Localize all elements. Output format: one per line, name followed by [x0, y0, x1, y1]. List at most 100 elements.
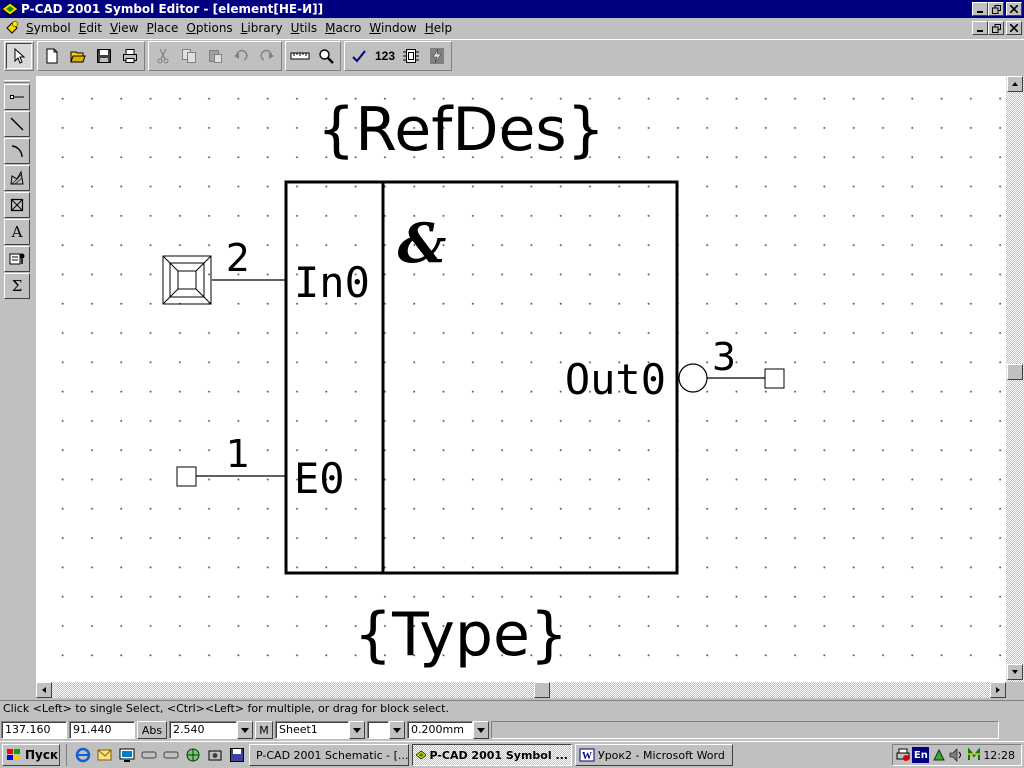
save-disk-quick-icon[interactable]: [227, 746, 246, 764]
grid-select[interactable]: 2.540: [169, 721, 253, 739]
outlook-express-icon[interactable]: [95, 746, 114, 764]
horizontal-scrollbar[interactable]: [36, 682, 1006, 698]
menu-help[interactable]: Help: [421, 21, 456, 35]
design-canvas[interactable]: {RefDes} & 2 In0 1 E0 3 Out0 {Type}: [36, 76, 1006, 682]
task-word-document[interactable]: W Урок2 - Microsoft Word: [575, 744, 733, 766]
print-icon: [123, 49, 137, 63]
validate-button[interactable]: [346, 43, 372, 69]
scroll-right-button[interactable]: [990, 682, 1006, 698]
menu-place[interactable]: Place: [142, 21, 182, 35]
tray-volume-icon[interactable]: [949, 747, 964, 763]
scroll-up-button[interactable]: [1007, 76, 1023, 92]
title-bar: P-CAD 2001 Symbol Editor - [element[НЕ-И…: [0, 0, 1024, 18]
layer-dropdown-button[interactable]: [389, 721, 405, 739]
arrow-right-icon: [996, 687, 1000, 693]
menu-symbol[interactable]: Symbol: [22, 21, 75, 35]
sheet-dropdown-button[interactable]: [349, 721, 365, 739]
symbol-wizard-button[interactable]: [398, 43, 424, 69]
pin-e0[interactable]: 1 E0: [176, 432, 345, 503]
place-pin-button[interactable]: [4, 84, 30, 110]
new-file-button[interactable]: [39, 43, 65, 69]
x-coordinate-field[interactable]: 137.160: [1, 721, 67, 739]
drive-icon[interactable]: [139, 746, 158, 764]
menu-macro[interactable]: Macro: [321, 21, 365, 35]
layer-select[interactable]: [367, 721, 405, 739]
vertical-scrollbar[interactable]: [1006, 76, 1024, 682]
menu-utils[interactable]: Utils: [287, 21, 321, 35]
restore-button[interactable]: [988, 2, 1004, 16]
place-arc-button[interactable]: [4, 138, 30, 164]
tray-network-icon[interactable]: [931, 747, 946, 763]
document-icon[interactable]: [4, 20, 20, 36]
menu-edit[interactable]: Edit: [75, 21, 106, 35]
select-tool-button[interactable]: [6, 43, 32, 69]
place-attribute-button[interactable]: [4, 246, 30, 272]
undo-icon: [234, 49, 248, 61]
menu-library[interactable]: Library: [237, 21, 287, 35]
doc-minimize-button[interactable]: [972, 21, 988, 35]
lightning-button[interactable]: [424, 43, 450, 69]
tray-language-indicator[interactable]: En: [912, 747, 930, 763]
scanner-icon[interactable]: [205, 746, 224, 764]
tray-printer-icon[interactable]: [895, 747, 910, 763]
sheet-select[interactable]: Sheet1: [275, 721, 365, 739]
copy-icon: [182, 49, 196, 63]
symbol-drawing[interactable]: {RefDes} & 2 In0 1 E0 3 Out0 {Type}: [36, 76, 1006, 682]
m-toggle-button[interactable]: M: [255, 721, 273, 739]
vertical-scroll-thumb[interactable]: [1007, 364, 1023, 380]
zoom-button[interactable]: [313, 43, 339, 69]
pcad-app-icon[interactable]: [2, 2, 18, 16]
minimize-button[interactable]: [972, 2, 988, 16]
place-line-button[interactable]: [4, 111, 30, 137]
show-desktop-icon[interactable]: [117, 746, 136, 764]
copy-button[interactable]: [176, 43, 202, 69]
taskbar: Пуск P-CAD 2001 Schematic - [... P-CAD 2…: [0, 741, 1024, 768]
save-file-button[interactable]: [91, 43, 117, 69]
abs-toggle-button[interactable]: Abs: [137, 721, 167, 739]
open-file-button[interactable]: [65, 43, 91, 69]
internet-explorer-icon[interactable]: [73, 746, 92, 764]
restore-icon: [991, 4, 1001, 14]
undo-button[interactable]: [228, 43, 254, 69]
task-pcad-symbol-editor[interactable]: P-CAD 2001 Symbol ...: [412, 744, 572, 766]
start-button[interactable]: Пуск: [2, 744, 60, 766]
arrow-down-icon: [1012, 670, 1018, 674]
grid-dropdown-button[interactable]: [237, 721, 253, 739]
menu-view[interactable]: View: [106, 21, 142, 35]
task-pcad-schematic[interactable]: P-CAD 2001 Schematic - [...: [249, 744, 409, 766]
line-width-dropdown-button[interactable]: [473, 721, 489, 739]
doc-restore-button[interactable]: [988, 21, 1004, 35]
cut-button[interactable]: [150, 43, 176, 69]
y-coordinate-field[interactable]: 91.440: [69, 721, 135, 739]
renumber-button[interactable]: 123: [372, 43, 398, 69]
place-field-button[interactable]: [4, 192, 30, 218]
drive-icon-2[interactable]: [161, 746, 180, 764]
tray-clock[interactable]: 12:28: [983, 749, 1015, 762]
network-icon[interactable]: [183, 746, 202, 764]
pin-out0[interactable]: 3 Out0: [565, 335, 785, 404]
function-label-and[interactable]: &: [398, 211, 447, 275]
place-text-button[interactable]: A: [4, 219, 30, 245]
type-attribute[interactable]: {Type}: [354, 600, 568, 670]
word-document-icon: W: [579, 748, 595, 762]
place-ieee-symbol-button[interactable]: Σ: [4, 273, 30, 299]
palette-grip[interactable]: [4, 80, 30, 83]
redo-button[interactable]: [254, 43, 280, 69]
chevron-down-icon: [477, 727, 485, 733]
refdes-attribute[interactable]: {RefDes}: [317, 95, 605, 165]
line-width-select[interactable]: 0.200mm: [407, 721, 489, 739]
pin-in0[interactable]: 2 In0: [162, 236, 370, 307]
paste-button[interactable]: [202, 43, 228, 69]
horizontal-scroll-thumb[interactable]: [534, 682, 550, 698]
scroll-left-button[interactable]: [36, 682, 52, 698]
menu-options[interactable]: Options: [182, 21, 236, 35]
place-polygon-button[interactable]: [4, 165, 30, 191]
pin-e0-endpoint: [176, 466, 197, 487]
print-button[interactable]: [117, 43, 143, 69]
measure-button[interactable]: [287, 43, 313, 69]
tray-antivirus-icon[interactable]: [966, 747, 981, 763]
doc-close-button[interactable]: [1006, 21, 1022, 35]
close-button[interactable]: [1006, 2, 1022, 16]
scroll-down-button[interactable]: [1007, 664, 1023, 680]
menu-window[interactable]: Window: [365, 21, 420, 35]
